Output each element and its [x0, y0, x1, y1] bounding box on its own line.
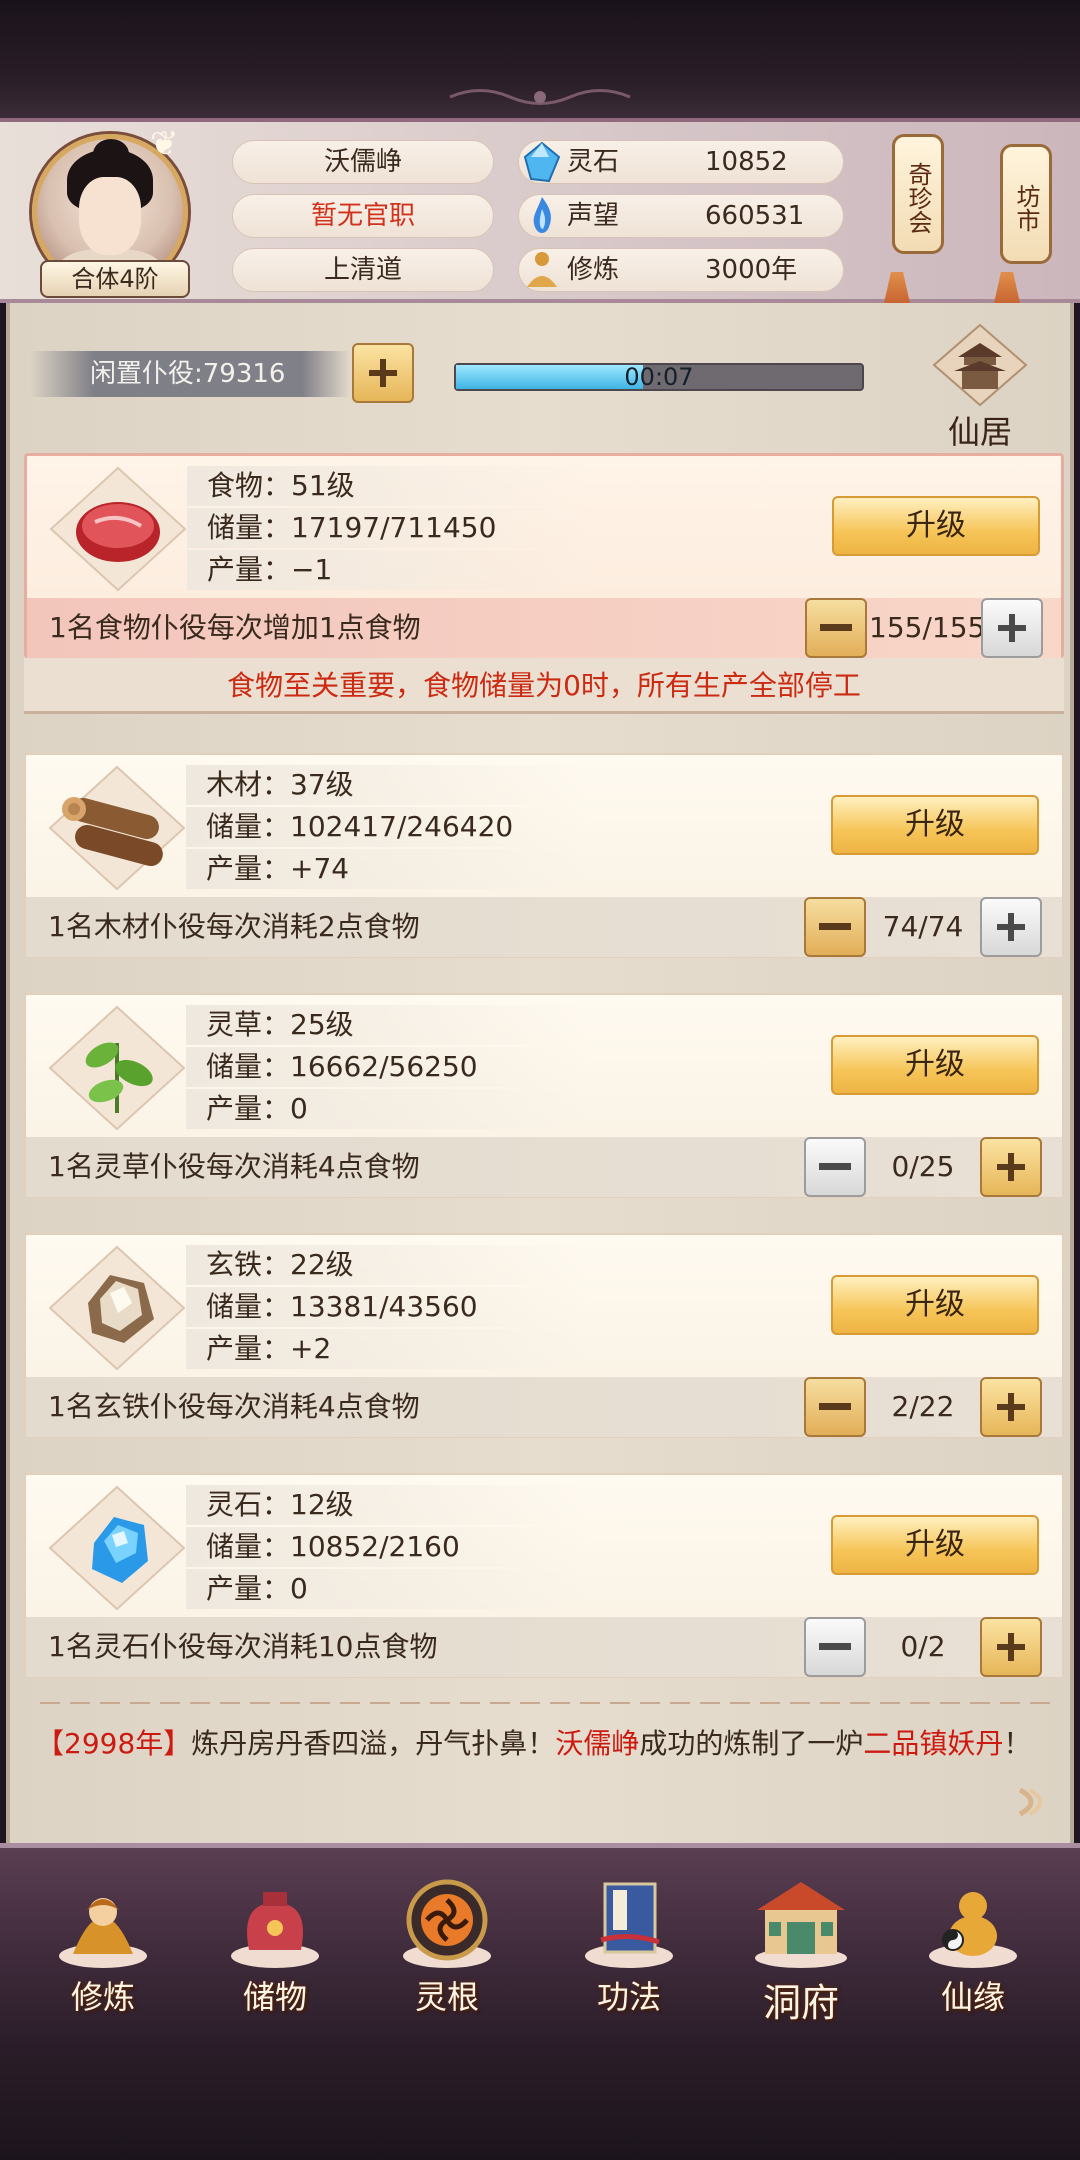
add-servant-button[interactable] [352, 343, 414, 403]
plus-icon [997, 1153, 1025, 1181]
plus-icon [369, 359, 397, 387]
servant-count: 0/2 [900, 1630, 946, 1663]
top-ornament [440, 82, 640, 112]
resource-output: 产量：+2 [186, 1329, 586, 1369]
scroll-right-icon[interactable] [1012, 1782, 1052, 1822]
nav-cave-mansion[interactable]: 洞府 [726, 1862, 876, 2032]
nav-cultivation[interactable]: 修炼 [28, 1862, 178, 2032]
plus-button-herb[interactable] [980, 1137, 1042, 1197]
upgrade-button-food[interactable]: 升级 [832, 496, 1040, 556]
plus-icon [997, 913, 1025, 941]
nav-spirit-root[interactable]: 灵根 [372, 1862, 522, 2032]
minus-button-iron[interactable] [804, 1377, 866, 1437]
resource-output: 产量：0 [186, 1089, 586, 1129]
servant-count: 0/25 [891, 1150, 955, 1183]
wood-logs-icon [48, 765, 186, 891]
stat-cultivation: 修炼 3000年 [518, 248, 844, 292]
event-log: 【2998年】炼丹房丹香四溢，丹气扑鼻！沃儒峥成功的炼制了一炉二品镇妖丹！ [36, 1727, 1032, 1760]
top-band [0, 0, 1080, 118]
spirit-stone-icon [48, 1485, 186, 1611]
production-timer-bar: 00:07 [454, 363, 864, 391]
storage-bag-icon [231, 1892, 319, 1968]
ornament-divider [40, 1702, 1050, 1704]
resource-storage: 储量：13381/43560 [186, 1287, 586, 1327]
resource-storage: 储量：17197/711450 [187, 508, 587, 548]
resource-output: 产量：+74 [186, 849, 586, 889]
plus-icon [997, 1393, 1025, 1421]
resource-storage: 储量：10852/2160 [186, 1527, 586, 1567]
plus-button-food[interactable] [981, 598, 1043, 658]
minus-icon [820, 624, 852, 631]
food-warning: 食物至关重要，食物储量为0时，所有生产全部停工 [24, 658, 1064, 714]
cave-mansion-icon [755, 1882, 847, 1968]
bottom-nav: 修炼 储物 灵根 功法 洞府 仙缘 [0, 1843, 1080, 2033]
nav-technique[interactable]: 功法 [554, 1862, 704, 2032]
market-sign[interactable]: 坊市 [1000, 144, 1052, 264]
blue-crystal-icon [523, 141, 561, 183]
resource-storage: 储量：16662/56250 [186, 1047, 586, 1087]
minus-button-food[interactable] [805, 598, 867, 658]
resource-level: 灵石：12级 [186, 1485, 586, 1525]
resource-level: 木材：37级 [186, 765, 586, 805]
plus-button-iron[interactable] [980, 1377, 1042, 1437]
servant-count: 155/155 [869, 611, 986, 644]
resource-card-herb: 灵草：25级 储量：16662/56250 产量：0 升级 1名灵草仆役每次消耗… [24, 993, 1064, 1198]
resource-level: 灵草：25级 [186, 1005, 586, 1045]
spirit-root-swirl-icon [403, 1879, 491, 1968]
minus-icon [819, 1163, 851, 1170]
bottom-band [0, 2033, 1080, 2160]
stat-reputation: 声望 660531 [518, 194, 844, 238]
resource-card-iron: 玄铁：22级 储量：13381/43560 产量：+2 升级 1名玄铁仆役每次消… [24, 1233, 1064, 1438]
plus-button-wood[interactable] [980, 897, 1042, 957]
resource-card-food: 食物：51级 储量：17197/711450 产量：−1 升级 1名食物仆役每次… [24, 453, 1064, 658]
pavilion-icon [932, 323, 1028, 407]
cultivation-monk-icon [59, 1898, 147, 1968]
resource-output: 产量：0 [186, 1569, 586, 1609]
player-header: ❦ 合体4阶 沃儒峥 暂无官职 上清道 灵石 10852 声望 660531 修… [0, 118, 1080, 312]
servant-count: 2/22 [891, 1390, 955, 1423]
cloud-ornament-icon [449, 89, 631, 105]
cave-mansion-panel: 闲置仆役:79316 00:07 仙居 食物：51级 储量：17197/7114… [6, 303, 1074, 1843]
upgrade-button-wood[interactable]: 升级 [831, 795, 1039, 855]
iron-ore-icon [48, 1245, 186, 1371]
nav-fate[interactable]: 仙缘 [898, 1862, 1048, 2032]
minus-button-spirit-stone[interactable] [804, 1617, 866, 1677]
idle-servants-label: 闲置仆役:79316 [30, 351, 350, 397]
resource-card-spirit-stone: 灵石：12级 储量：10852/2160 产量：0 升级 1名灵石仆役每次消耗1… [24, 1473, 1064, 1678]
minus-icon [819, 1403, 851, 1410]
upgrade-button-iron[interactable]: 升级 [831, 1275, 1039, 1335]
resource-output: 产量：−1 [187, 550, 587, 590]
resource-storage: 储量：102417/246420 [186, 807, 586, 847]
plus-icon [998, 614, 1026, 642]
minus-icon [819, 923, 851, 930]
resource-level: 玄铁：22级 [186, 1245, 586, 1285]
plus-button-spirit-stone[interactable] [980, 1617, 1042, 1677]
butterfly-icon: ❦ [150, 124, 179, 164]
rank-badge: 合体4阶 [40, 260, 190, 298]
player-name: 沃儒峥 [232, 140, 494, 184]
resource-level: 食物：51级 [187, 466, 587, 506]
residence-button[interactable]: 仙居 [910, 323, 1050, 453]
servant-count: 74/74 [882, 910, 964, 943]
blue-flame-icon [533, 197, 551, 233]
raw-meat-icon [49, 466, 187, 592]
sect-name: 上清道 [232, 248, 494, 292]
minus-button-herb[interactable] [804, 1137, 866, 1197]
minus-button-wood[interactable] [804, 897, 866, 957]
resource-card-wood: 木材：37级 储量：102417/246420 产量：+74 升级 1名木材仆役… [24, 753, 1064, 958]
nav-storage[interactable]: 储物 [200, 1862, 350, 2032]
technique-book-icon [585, 1882, 673, 1968]
upgrade-button-herb[interactable]: 升级 [831, 1035, 1039, 1095]
gourd-fate-icon [929, 1892, 1017, 1968]
upgrade-button-spirit-stone[interactable]: 升级 [831, 1515, 1039, 1575]
timer-text: 00:07 [624, 363, 694, 391]
minus-icon [819, 1643, 851, 1650]
stat-spirit-stone: 灵石 10852 [518, 140, 844, 184]
official-title: 暂无官职 [232, 194, 494, 238]
herb-leaf-icon [48, 1005, 186, 1131]
meditating-figure-icon [527, 252, 557, 287]
plus-icon [997, 1633, 1025, 1661]
treasure-fair-sign[interactable]: 奇珍会 [892, 134, 944, 254]
